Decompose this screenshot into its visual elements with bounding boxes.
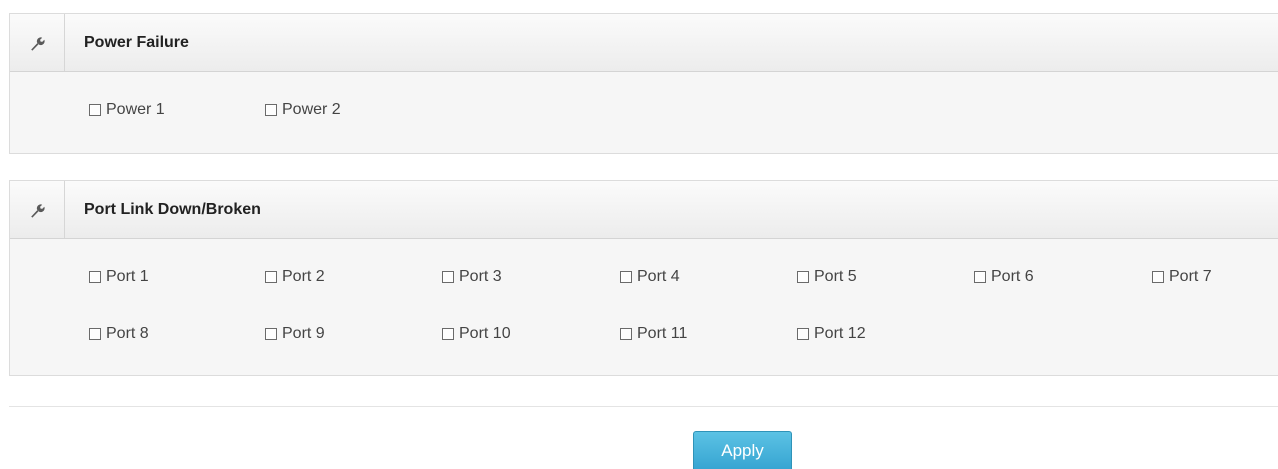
port-6-label: Port 6 xyxy=(991,268,1034,285)
port-1-label: Port 1 xyxy=(106,268,149,285)
port-8-checkbox[interactable]: Port 8 xyxy=(89,325,149,343)
port-5-label: Port 5 xyxy=(814,268,857,285)
port-12-checkbox[interactable]: Port 12 xyxy=(797,325,866,343)
power-1-checkbox[interactable]: Power 1 xyxy=(89,101,165,119)
power-2-label: Power 2 xyxy=(282,101,341,118)
checkbox-box[interactable] xyxy=(265,271,277,283)
port-9-label: Port 9 xyxy=(282,325,325,342)
port-link-down-header: Port Link Down/Broken xyxy=(10,181,1278,239)
alarm-settings-page: Power Failure Power 1 Power 2 Port Link … xyxy=(0,0,1278,469)
port-link-down-panel: Port Link Down/Broken Port 1 Port 2 Port… xyxy=(9,180,1278,376)
port-3-label: Port 3 xyxy=(459,268,502,285)
port-9-checkbox[interactable]: Port 9 xyxy=(265,325,325,343)
checkbox-box[interactable] xyxy=(89,104,101,116)
checkbox-box[interactable] xyxy=(89,271,101,283)
port-11-label: Port 11 xyxy=(637,325,688,342)
checkbox-box[interactable] xyxy=(1152,271,1164,283)
power-failure-title: Power Failure xyxy=(84,33,189,51)
power-failure-header: Power Failure xyxy=(10,14,1278,72)
port-2-checkbox[interactable]: Port 2 xyxy=(265,268,325,286)
checkbox-box[interactable] xyxy=(89,328,101,340)
checkbox-box[interactable] xyxy=(265,328,277,340)
power-1-label: Power 1 xyxy=(106,101,165,118)
power-2-checkbox[interactable]: Power 2 xyxy=(265,101,341,119)
apply-button[interactable]: Apply xyxy=(693,431,792,469)
port-12-label: Port 12 xyxy=(814,325,866,342)
port-7-label: Port 7 xyxy=(1169,268,1212,285)
port-5-checkbox[interactable]: Port 5 xyxy=(797,268,857,286)
checkbox-box[interactable] xyxy=(797,271,809,283)
port-11-checkbox[interactable]: Port 11 xyxy=(620,325,687,343)
port-link-down-title: Port Link Down/Broken xyxy=(84,200,261,218)
wrench-icon xyxy=(10,14,65,71)
checkbox-box[interactable] xyxy=(265,104,277,116)
checkbox-box[interactable] xyxy=(620,271,632,283)
checkbox-box[interactable] xyxy=(620,328,632,340)
wrench-icon xyxy=(10,181,65,238)
port-4-checkbox[interactable]: Port 4 xyxy=(620,268,680,286)
port-6-checkbox[interactable]: Port 6 xyxy=(974,268,1034,286)
checkbox-box[interactable] xyxy=(442,271,454,283)
port-4-label: Port 4 xyxy=(637,268,680,285)
port-3-checkbox[interactable]: Port 3 xyxy=(442,268,502,286)
checkbox-box[interactable] xyxy=(797,328,809,340)
checkbox-box[interactable] xyxy=(442,328,454,340)
divider xyxy=(9,406,1278,407)
port-8-label: Port 8 xyxy=(106,325,149,342)
port-7-checkbox[interactable]: Port 7 xyxy=(1152,268,1212,286)
power-failure-panel: Power Failure Power 1 Power 2 xyxy=(9,13,1278,154)
port-2-label: Port 2 xyxy=(282,268,325,285)
port-1-checkbox[interactable]: Port 1 xyxy=(89,268,149,286)
port-10-label: Port 10 xyxy=(459,325,511,342)
checkbox-box[interactable] xyxy=(974,271,986,283)
port-10-checkbox[interactable]: Port 10 xyxy=(442,325,511,343)
